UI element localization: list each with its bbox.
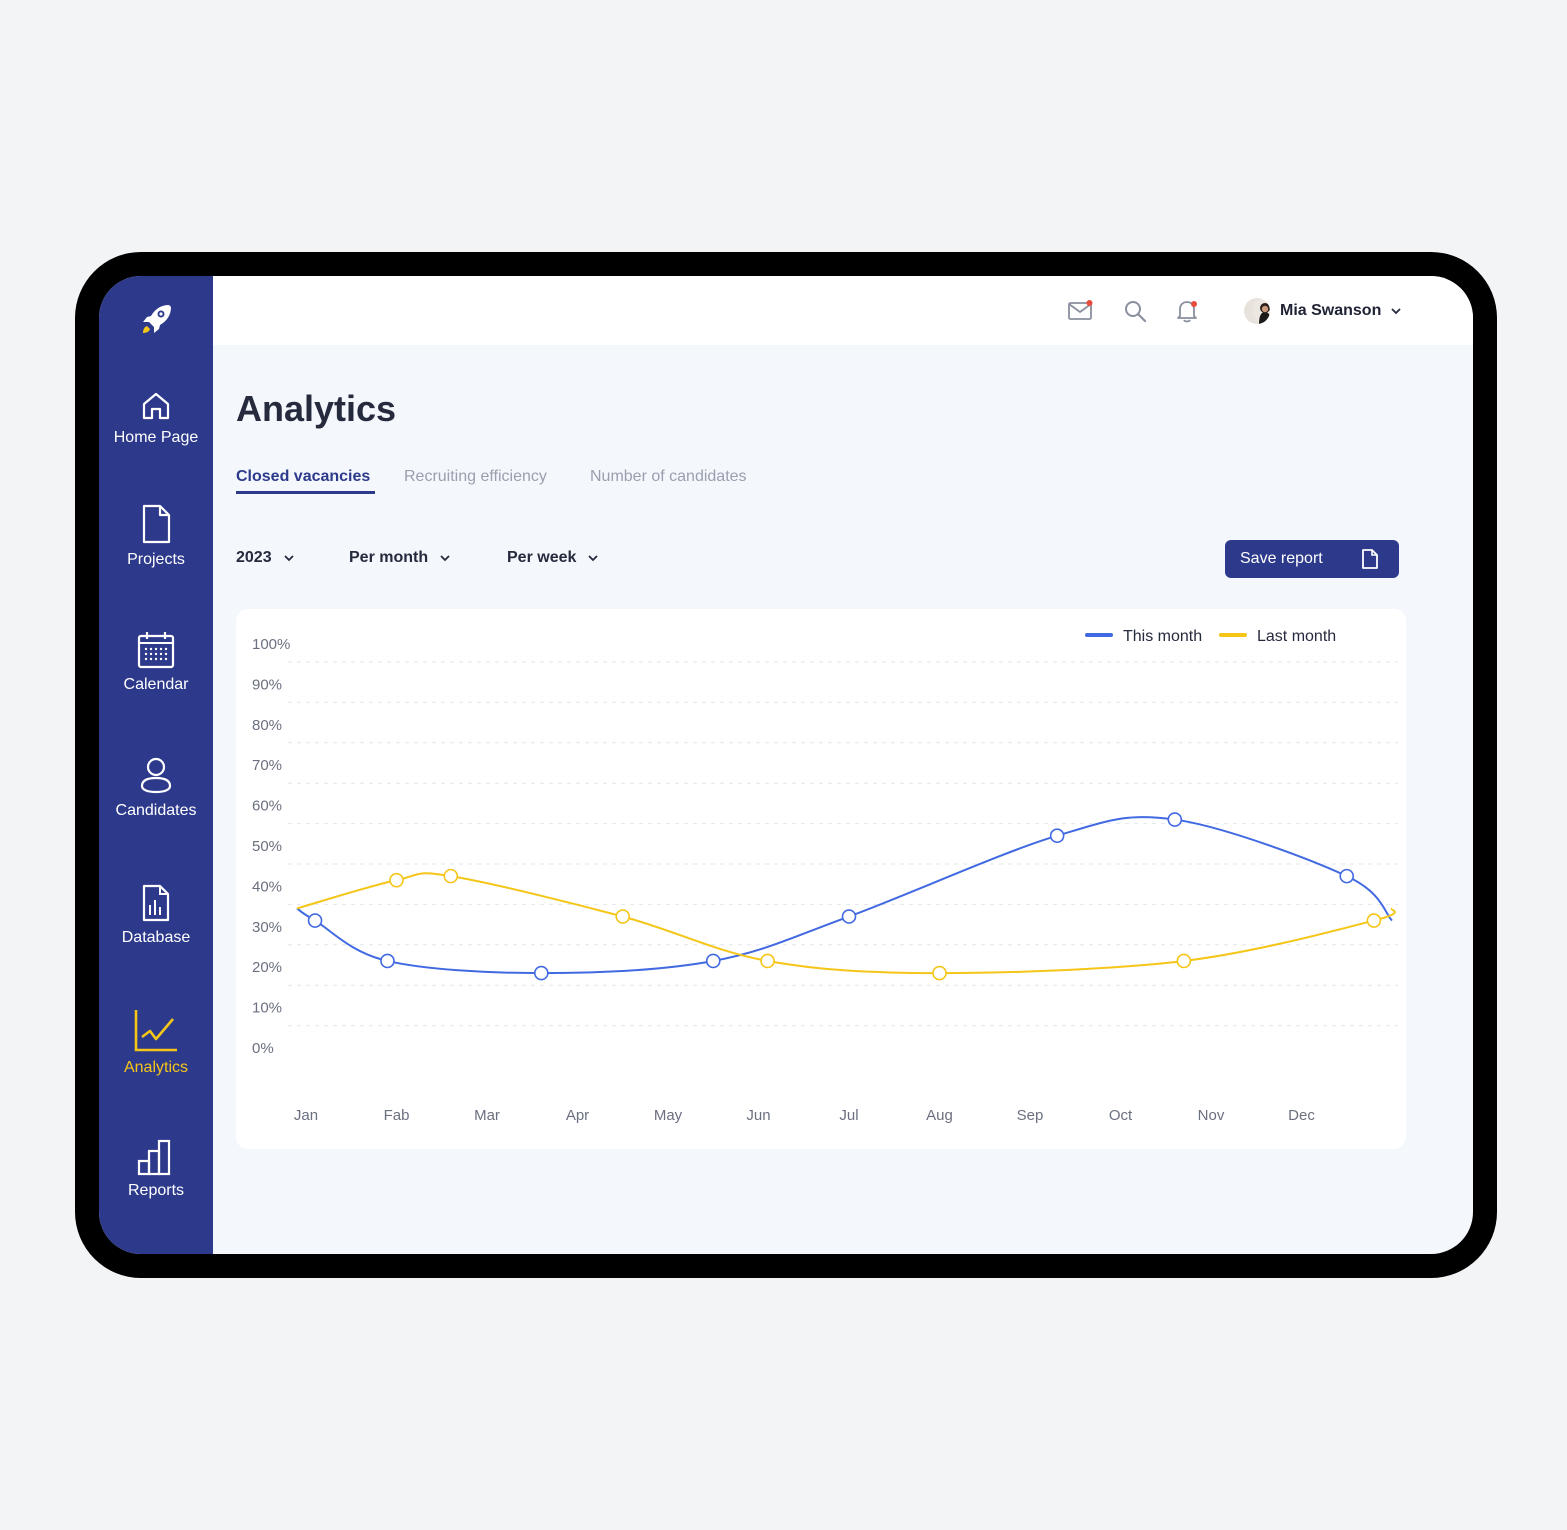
data-point: [1366, 913, 1382, 928]
page-title: Analytics: [236, 388, 397, 429]
rocket-logo-icon[interactable]: [135, 299, 177, 341]
active-tab-indicator: [236, 491, 375, 494]
sidebar-item-candidates[interactable]: Candidates: [99, 756, 213, 820]
x-tick-label: Oct: [1109, 1107, 1133, 1124]
app-screen: Home Page Projects Calendar Candidates D…: [99, 276, 1473, 1254]
top-bar: Mia Swanson: [213, 276, 1473, 345]
data-point: [389, 872, 404, 888]
home-icon: [142, 392, 170, 420]
x-tick-label: Jan: [294, 1107, 318, 1124]
x-tick-label: Jun: [746, 1107, 770, 1124]
data-point: [705, 953, 721, 969]
bell-icon[interactable]: [1174, 298, 1200, 324]
data-point: [533, 965, 549, 981]
sidebar-item-reports[interactable]: Reports: [99, 1138, 213, 1200]
x-tick-label: Jul: [839, 1107, 858, 1124]
period-dropdown[interactable]: Per month: [349, 549, 452, 567]
search-icon[interactable]: [1122, 298, 1148, 324]
x-tick-label: Dec: [1288, 1107, 1315, 1124]
sidebar-item-home-page[interactable]: Home Page: [99, 389, 213, 447]
sidebar: Home Page Projects Calendar Candidates D…: [99, 276, 213, 1254]
chevron-down-icon: [283, 555, 294, 562]
granularity-dropdown-value: Per week: [507, 549, 577, 566]
save-report-label: Save report: [1240, 550, 1323, 567]
data-point: [443, 868, 459, 884]
sidebar-item-database[interactable]: Database: [99, 883, 213, 947]
legend-label: This month: [1123, 628, 1202, 645]
y-tick-label: 100%: [252, 636, 290, 653]
year-dropdown[interactable]: 2023: [236, 549, 296, 567]
data-point: [1339, 868, 1355, 884]
y-tick-label: 90%: [252, 676, 282, 693]
avatar: [1244, 298, 1270, 324]
chart-card: 100% 90% 80% 70% 60% 50% 40% 30% 20% 10% 0% Jan Fab M…: [236, 609, 1406, 1149]
document-icon: [1362, 549, 1378, 569]
sidebar-item-projects[interactable]: Projects: [99, 503, 213, 569]
chart-line-icon: [134, 1010, 177, 1052]
y-tick-label: 70%: [252, 757, 282, 774]
tab-number-of-candidates[interactable]: Number of candidates: [590, 468, 747, 486]
data-point: [1167, 812, 1183, 827]
user-menu[interactable]: Mia Swanson: [1244, 297, 1403, 325]
data-point: [307, 913, 323, 928]
x-tick-label: Nov: [1198, 1107, 1225, 1124]
mail-icon[interactable]: [1067, 298, 1093, 324]
y-tick-label: 80%: [252, 717, 282, 734]
sidebar-item-label: Reports: [127, 1182, 185, 1199]
sidebar-item-label: Home Page: [113, 429, 199, 446]
period-dropdown-value: Per month: [349, 549, 429, 566]
chevron-down-icon: [440, 555, 450, 562]
data-point: [1176, 953, 1192, 969]
x-tick-label: Mar: [474, 1107, 500, 1124]
data-point: [841, 909, 857, 924]
y-tick-label: 10%: [252, 1000, 282, 1017]
legend-label: Last month: [1257, 628, 1336, 645]
document-icon: [142, 504, 171, 544]
database-icon: [142, 884, 170, 922]
data-point: [380, 953, 395, 969]
calendar-icon: [137, 632, 175, 669]
y-tick-label: 30%: [252, 919, 282, 936]
bar-chart-icon: [137, 1139, 171, 1176]
x-tick-label: Apr: [566, 1107, 589, 1124]
chevron-down-icon: [1391, 308, 1401, 315]
data-point: [615, 909, 631, 924]
y-tick-label: 0%: [252, 1040, 274, 1057]
y-tick-label: 40%: [252, 878, 282, 895]
sidebar-item-label: Analytics: [123, 1059, 189, 1076]
y-tick-label: 60%: [252, 798, 282, 815]
granularity-dropdown[interactable]: Per week: [507, 549, 600, 567]
data-point: [932, 965, 947, 981]
sidebar-item-analytics[interactable]: Analytics: [99, 1007, 213, 1077]
closed-vacancies-chart: 100% 90% 80% 70% 60% 50% 40% 30% 20% 10% 0% Jan Fab M…: [252, 628, 1398, 1124]
sidebar-item-calendar[interactable]: Calendar: [99, 630, 213, 694]
user-icon: [140, 757, 172, 794]
user-name: Mia Swanson: [1280, 302, 1382, 319]
year-dropdown-value: 2023: [236, 549, 272, 566]
x-tick-label: Sep: [1017, 1107, 1044, 1124]
y-tick-label: 50%: [252, 838, 282, 855]
series-line-last-month: [296, 872, 1396, 975]
data-point: [760, 953, 775, 969]
sidebar-item-label: Projects: [127, 551, 185, 568]
sidebar-item-label: Calendar: [123, 676, 189, 693]
tab-recruiting-efficiency[interactable]: Recruiting efficiency: [404, 468, 547, 486]
y-tick-label: 20%: [252, 959, 282, 976]
x-tick-label: Fab: [384, 1107, 410, 1124]
save-report-button[interactable]: Save report: [1225, 540, 1399, 578]
x-tick-label: May: [654, 1107, 683, 1124]
chevron-down-icon: [588, 555, 599, 562]
series-line-this-month: [296, 815, 1393, 975]
sidebar-item-label: Candidates: [115, 802, 197, 819]
data-point: [1049, 828, 1065, 844]
x-tick-label: Aug: [926, 1107, 953, 1124]
sidebar-item-label: Database: [121, 929, 191, 946]
tab-closed-vacancies[interactable]: Closed vacancies: [236, 468, 370, 486]
